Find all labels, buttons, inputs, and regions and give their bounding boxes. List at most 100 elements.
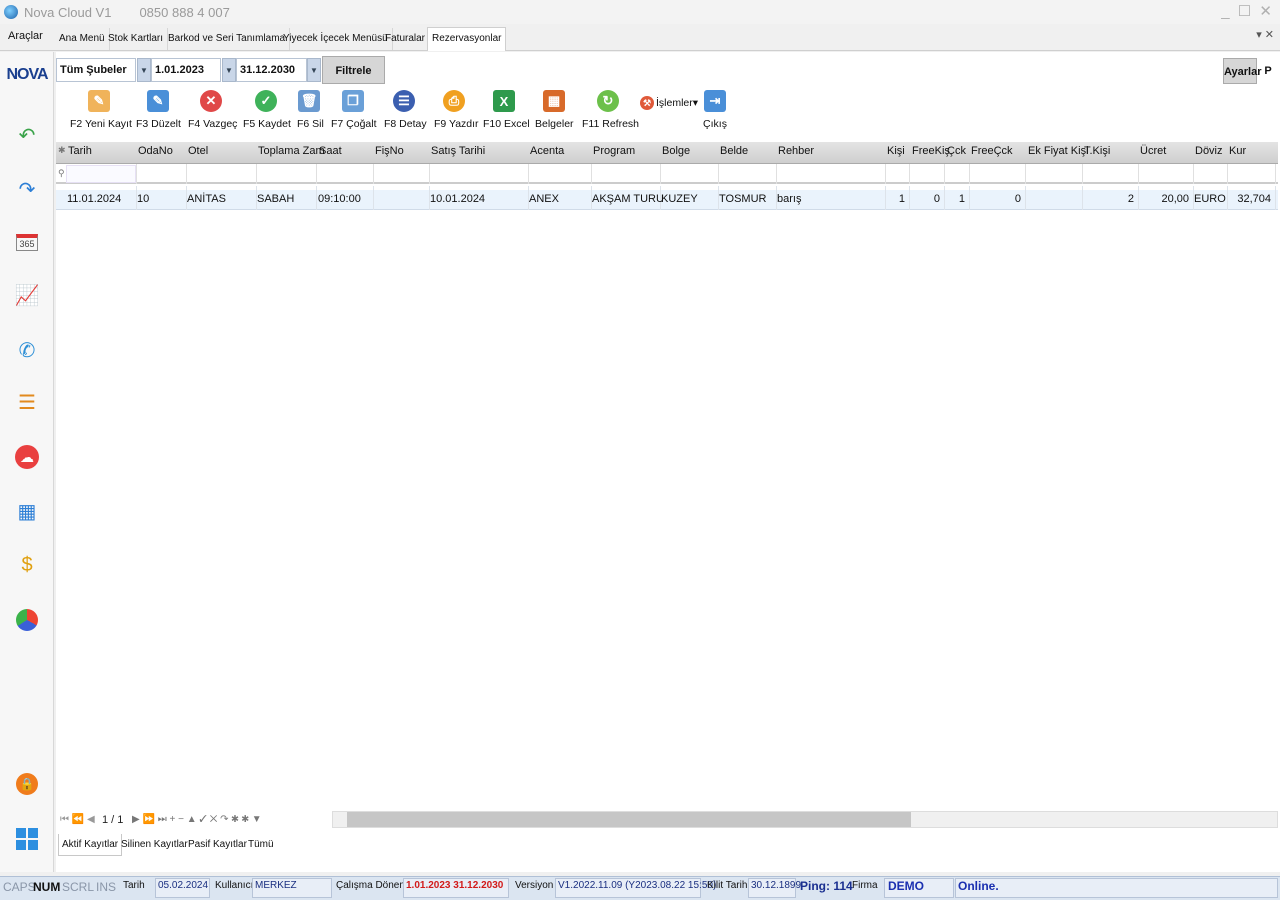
column-header[interactable]: FreeÇck [971, 145, 1013, 157]
filter-divider [528, 164, 529, 184]
delete-button[interactable]: 🗑 F6 Sil [297, 88, 324, 138]
column-header[interactable]: Tarih [68, 145, 92, 157]
tools-tab[interactable]: Araçlar [0, 26, 54, 48]
column-header[interactable]: Döviz [1195, 145, 1223, 157]
table-cell[interactable]: 2 [1084, 193, 1134, 205]
tab-stock-cards[interactable]: Stok Kartları [104, 28, 169, 50]
toolbar-label: F8 Detay [384, 118, 427, 130]
table-cell[interactable]: 09:10:00 [318, 193, 361, 205]
print-button[interactable]: ⎙ F9 Yazdır [434, 88, 479, 138]
column-header[interactable]: Toplama Zam [258, 145, 325, 157]
documents-button[interactable]: ▦ Belgeler [535, 88, 574, 138]
tab-food-menu[interactable]: Yiyecek İçecek Menüsü [279, 28, 393, 50]
column-header[interactable]: Belde [720, 145, 748, 157]
tab-barcode[interactable]: Barkod ve Seri Tanımlama [164, 28, 291, 50]
table-cell[interactable]: 11.01.2024 [67, 193, 121, 205]
cancel-button[interactable]: ✕ F4 Vazgeç [188, 88, 237, 138]
grid-navigator[interactable]: ⏮ ⏪ ◀ 1 / 1 ▶ ⏩ ⏭ + − ▲ ✓ ✕ ↷ ✱ ✱ ▼ [56, 810, 332, 830]
calendar-365-icon[interactable]: 365 [14, 229, 40, 255]
exit-button[interactable]: ⇥ Çıkış [703, 88, 727, 138]
table-cell[interactable]: 10.01.2024 [430, 193, 485, 205]
branch-select[interactable]: Tüm Şubeler [56, 58, 136, 82]
tools-button[interactable]: ⚒ İşlemler▾ [640, 96, 699, 146]
column-chooser-icon[interactable]: ✱ [58, 145, 66, 156]
copy-button[interactable]: ❐ F7 Çoğalt [331, 88, 377, 138]
ping-indicator: Ping: 114 [800, 879, 853, 893]
chart-growth-icon[interactable]: 📈 [14, 282, 40, 308]
save-button[interactable]: ✓ F5 Kaydet [243, 88, 291, 138]
table-cell[interactable]: SABAH [257, 193, 294, 205]
window-controls[interactable]: _ ☐ ✕ [1221, 2, 1274, 20]
column-header[interactable]: Satış Tarihi [431, 145, 485, 157]
redo-icon[interactable]: ↷ [14, 176, 40, 202]
table-cell[interactable]: 1 [887, 193, 905, 205]
column-header[interactable]: T.Kişi [1084, 145, 1110, 157]
column-header[interactable]: Program [593, 145, 635, 157]
column-header[interactable]: Rehber [778, 145, 814, 157]
tab-active-records[interactable]: Aktif Kayıtlar [58, 834, 123, 856]
column-header[interactable]: Çck [947, 145, 966, 157]
color-palette-icon[interactable] [14, 607, 40, 633]
lock-icon[interactable]: 🔒 [14, 771, 40, 797]
edit-button[interactable]: ✎ F3 Düzelt [136, 88, 181, 138]
currency-exchange-icon[interactable]: $ [14, 552, 40, 578]
table-cell[interactable]: 0 [912, 193, 940, 205]
refresh-button[interactable]: ↻ F11 Refresh [582, 88, 639, 138]
column-header[interactable]: FişNo [375, 145, 404, 157]
toolbar-label: İşlemler▾ [656, 96, 699, 109]
table-cell[interactable]: ANEX [529, 193, 559, 205]
cloud-upload-icon[interactable]: ☁ [14, 444, 40, 470]
grid-filter-row[interactable] [56, 164, 1278, 184]
tab-deleted-records[interactable]: Silinen Kayıtlar [118, 834, 191, 856]
current-date: 05.02.2024 [158, 880, 209, 891]
table-cell[interactable]: 20,00 [1140, 193, 1189, 205]
column-header[interactable]: OdaNo [138, 145, 173, 157]
table-cell[interactable]: 1 [947, 193, 965, 205]
excel-button[interactable]: X F10 Excel [483, 88, 530, 138]
column-header[interactable]: Ücret [1140, 145, 1166, 157]
working-period: 1.01.2023 31.12.2030 [406, 880, 504, 891]
tab-reservations[interactable]: Rezervasyonlar [427, 27, 507, 51]
column-header[interactable]: Bolge [662, 145, 690, 157]
phone-24-icon[interactable]: ✆ [14, 337, 40, 363]
date-from-dropdown-icon[interactable]: ▼ [222, 58, 236, 82]
column-header[interactable]: Kur [1229, 145, 1246, 157]
windows-icon[interactable] [14, 826, 40, 852]
tab-invoices[interactable]: Faturalar [381, 28, 431, 50]
table-cell[interactable]: 10 [137, 193, 149, 205]
toolbar-label: F11 Refresh [582, 118, 639, 130]
settings-button[interactable]: Ayarlar [1223, 58, 1262, 84]
table-cell[interactable]: TOSMUR [719, 193, 766, 205]
detail-button[interactable]: ☰ F8 Detay [384, 88, 427, 138]
column-header[interactable]: Ek Fiyat Kişi [1028, 145, 1089, 157]
table-cell[interactable]: AKŞAM TURU [592, 193, 664, 205]
list-icon[interactable]: ☰ [14, 389, 40, 415]
table-cell[interactable]: 0 [971, 193, 1021, 205]
calendar-clock-icon[interactable]: ▦ [14, 498, 40, 524]
undo-icon[interactable]: ↶ [14, 122, 40, 148]
date-to-dropdown-icon[interactable]: ▼ [307, 58, 321, 82]
table-cell[interactable]: ANİTAS [187, 193, 226, 205]
table-cell[interactable]: KUZEY [661, 193, 698, 205]
filter-cell-tarih[interactable] [66, 165, 136, 183]
copy-icon: ❐ [342, 90, 364, 112]
column-header[interactable]: Otel [188, 145, 208, 157]
date-from-field[interactable]: 1.01.2023 [151, 58, 221, 82]
column-header[interactable]: Acenta [530, 145, 564, 157]
table-cell[interactable]: EURO [1194, 193, 1226, 205]
tab-passive-records[interactable]: Pasif Kayıtlar [185, 834, 250, 856]
filter-button[interactable]: Filtrele [322, 56, 385, 84]
new-record-button[interactable]: ✎ F2 Yeni Kayıt [70, 88, 132, 138]
column-header[interactable]: Saat [319, 145, 342, 157]
date-to-field[interactable]: 31.12.2030 [236, 58, 307, 82]
column-header[interactable]: Kişi [887, 145, 905, 157]
table-cell[interactable]: barış [777, 193, 801, 205]
branch-dropdown-icon[interactable]: ▼ [137, 58, 151, 82]
column-header[interactable]: FreeKiş [912, 145, 950, 157]
table-cell[interactable]: 32,704 [1229, 193, 1271, 205]
tab-main-menu[interactable]: Ana Menü [55, 28, 110, 50]
scrollbar-thumb[interactable] [347, 812, 911, 827]
p-button[interactable]: P [1259, 58, 1277, 84]
tab-controls[interactable]: ▾ ✕ [1256, 28, 1274, 41]
tab-all-records[interactable]: Tümü [245, 834, 277, 856]
